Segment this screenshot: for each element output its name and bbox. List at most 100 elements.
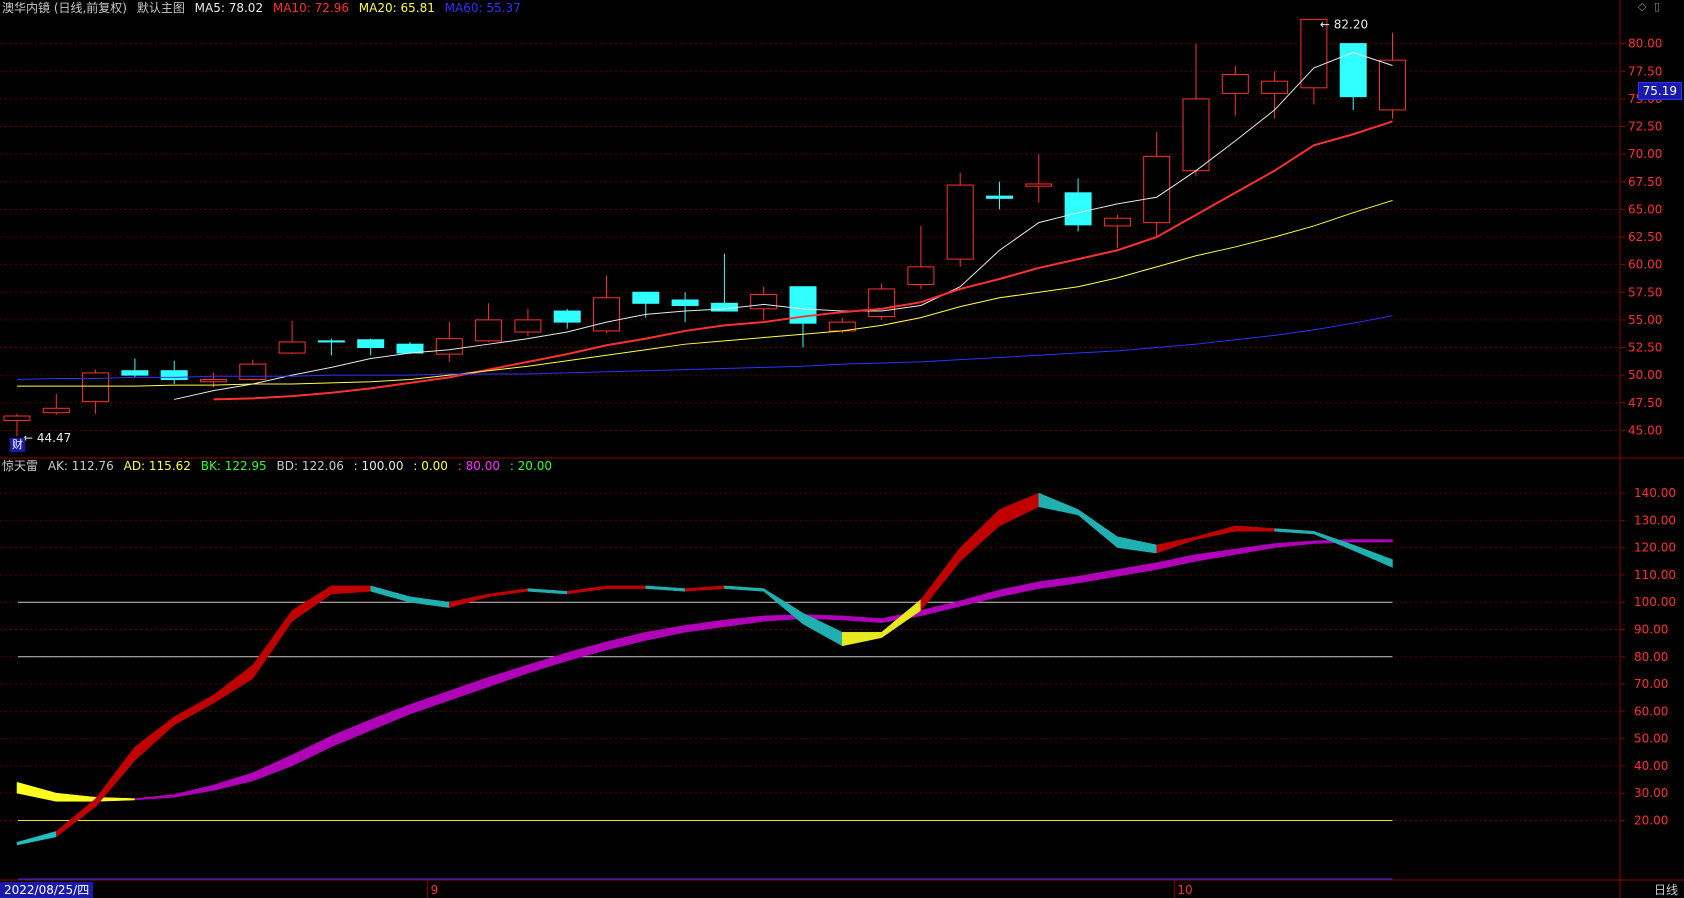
ad-label: AD: 115.62 — [123, 459, 191, 473]
fast-ribbon — [724, 585, 764, 592]
slow-ribbon — [566, 641, 607, 662]
slow-ribbon — [724, 615, 764, 628]
candle-body — [42, 407, 70, 414]
fast-ribbon — [959, 508, 1000, 562]
ma-line-ma10 — [213, 120, 1393, 401]
layout-name[interactable]: 默认主图 — [137, 1, 185, 15]
fast-ribbon — [252, 609, 293, 680]
candle-body — [1379, 59, 1406, 111]
slow-ribbon — [842, 615, 882, 623]
price-tick-label: 70.00 — [1628, 147, 1662, 161]
slow-ribbon — [252, 754, 293, 782]
ind-tick-label: 140.00 — [1634, 486, 1676, 500]
ma5-label: MA5: 78.02 — [194, 1, 264, 15]
line80-label: : 80.00 — [457, 459, 500, 473]
price-tick-label: 47.50 — [1628, 396, 1662, 410]
price-tick-label: 55.00 — [1628, 313, 1662, 327]
candle-body — [710, 302, 738, 312]
ind-tick-label: 130.00 — [1634, 513, 1676, 527]
price-tick-label: 45.00 — [1628, 423, 1662, 437]
candle-body — [553, 310, 581, 323]
price-tick-label: 62.50 — [1628, 230, 1662, 244]
fast-ribbon — [56, 798, 96, 838]
candle-body — [239, 363, 267, 381]
ma60-label: MA60: 55.37 — [444, 1, 521, 15]
expand-icon[interactable]: ◇ — [1638, 0, 1652, 14]
candle-body — [907, 266, 935, 286]
slow-ribbon — [606, 631, 647, 651]
slow-ribbon — [370, 704, 411, 731]
ma10-label: MA10: 72.96 — [272, 1, 349, 15]
candle-body — [317, 340, 345, 343]
indicator-header: 惊天雷 AK: 112.76 AD: 115.62 BK: 122.95 BD:… — [2, 458, 558, 474]
ind-tick-label: 120.00 — [1634, 541, 1676, 555]
ind-tick-label: 100.00 — [1634, 595, 1676, 609]
candle-body — [514, 319, 542, 333]
ind-tick-label: 20.00 — [1634, 813, 1668, 827]
candle-body — [82, 372, 110, 403]
finance-badge[interactable]: 财 — [10, 438, 25, 452]
candle-body — [1025, 183, 1053, 187]
candle-body — [1143, 155, 1171, 224]
fast-ribbon — [488, 588, 529, 598]
bd-label: BD: 122.06 — [276, 459, 344, 473]
slow-ribbon — [331, 719, 371, 748]
fast-ribbon — [566, 585, 607, 595]
fast-ribbon — [1352, 544, 1393, 568]
fast-ribbon — [449, 593, 489, 608]
slow-ribbon — [1077, 569, 1118, 584]
fast-ribbon — [1274, 528, 1315, 535]
bk-label: BK: 122.95 — [200, 459, 267, 473]
fast-ribbon — [645, 585, 686, 592]
ind-tick-label: 80.00 — [1634, 650, 1668, 664]
fast-ribbon — [920, 546, 961, 612]
slow-ribbon — [999, 581, 1040, 598]
close-panel-icon[interactable]: ▯ — [1654, 0, 1668, 14]
ind-tick-label: 60.00 — [1634, 704, 1668, 718]
candle-body — [868, 288, 896, 318]
slow-ribbon — [1274, 540, 1315, 548]
slow-ribbon — [1156, 554, 1197, 570]
candle-body — [1221, 74, 1249, 94]
price-tick-label: 60.00 — [1628, 258, 1662, 272]
stock-title[interactable]: 澳华内镜 (日线,前复权) — [2, 1, 127, 15]
fast-ribbon — [331, 585, 371, 595]
fast-ribbon — [1117, 536, 1157, 554]
price-tick-label: 77.50 — [1628, 64, 1662, 78]
slow-ribbon — [291, 735, 332, 767]
slow-ribbon — [1117, 562, 1157, 577]
candle-body — [671, 299, 699, 307]
candle-body — [946, 184, 974, 260]
slow-ribbon — [173, 784, 214, 798]
ma20-label: MA20: 65.81 — [358, 1, 435, 15]
slow-ribbon — [488, 664, 529, 688]
fast-ribbon — [1038, 492, 1079, 516]
slow-ribbon — [213, 772, 254, 791]
slow-ribbon — [16, 781, 57, 802]
indicator-name[interactable]: 惊天雷 — [2, 459, 38, 473]
candle-body — [278, 341, 306, 354]
slow-ribbon — [1352, 539, 1393, 543]
candle-body — [593, 297, 620, 332]
cursor-date: 2022/08/25/四 — [0, 882, 94, 898]
ind-tick-label: 90.00 — [1634, 622, 1668, 636]
period-label[interactable]: 日线 — [1654, 882, 1678, 898]
fast-ribbon — [173, 694, 214, 726]
ind-tick-label: 110.00 — [1634, 568, 1676, 582]
ind-tick-label: 70.00 — [1634, 677, 1668, 691]
candle-body — [160, 370, 188, 381]
ind-tick-label: 50.00 — [1634, 732, 1668, 746]
price-tick-label: 65.00 — [1628, 202, 1662, 216]
candle-body — [475, 319, 503, 342]
fast-ribbon — [1195, 525, 1236, 540]
chart-canvas: 45.00 47.50 50.00 52.50 55.00 57.50 60.00 62.50… — [0, 0, 1684, 898]
price-tick-label: 57.50 — [1628, 285, 1662, 299]
candle-body — [1103, 217, 1131, 227]
slow-ribbon — [1038, 576, 1079, 589]
candle-body — [200, 379, 227, 383]
candle-body — [632, 291, 660, 304]
x-tick-label: 10 — [1177, 883, 1192, 897]
slow-ribbon — [134, 794, 175, 801]
candle-body — [3, 415, 31, 421]
price-tick-label: 67.50 — [1628, 175, 1662, 189]
